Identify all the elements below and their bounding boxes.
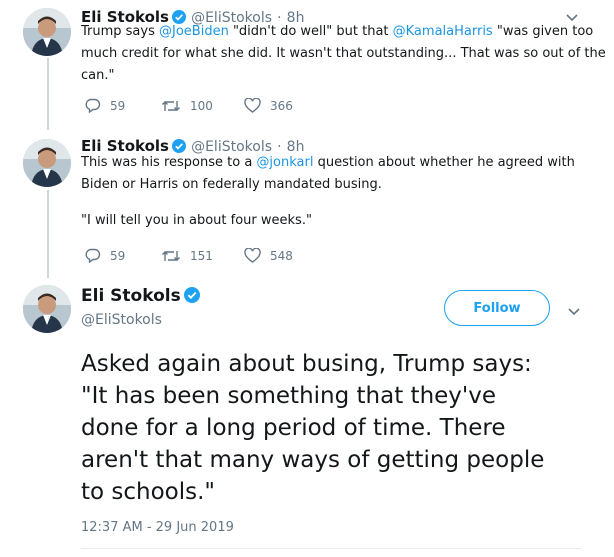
retweet-count: 151 (190, 248, 213, 263)
mention-link[interactable]: @JoeBiden (159, 24, 229, 39)
divider (81, 548, 581, 549)
verified-badge-icon (171, 138, 186, 153)
reply-count: 59 (110, 98, 126, 113)
follow-button[interactable]: Follow (444, 290, 550, 326)
main-author: Eli Stokols (81, 286, 200, 306)
text-fragment: Trump says (81, 24, 159, 39)
tweet-timestamp[interactable]: 12:37 AM - 29 Jun 2019 (81, 520, 234, 535)
text-line: to schools." (81, 479, 216, 505)
like-count: 548 (270, 248, 293, 263)
reply-icon (85, 248, 101, 263)
text-line: Biden or Harris on federally mandated bu… (81, 177, 382, 192)
text-line: "It has been something that they've (81, 383, 496, 409)
avatar[interactable] (23, 8, 71, 56)
thread-line (47, 58, 49, 130)
verified-badge-icon (183, 287, 200, 303)
action-bar: 59 100 366 (85, 98, 293, 113)
retweet-icon (162, 100, 180, 111)
text-line: can." (81, 68, 115, 83)
action-bar: 59 151 548 (85, 248, 293, 263)
reply-button[interactable]: 59 (85, 98, 161, 113)
chevron-down-icon[interactable] (567, 302, 581, 321)
avatar[interactable] (23, 285, 71, 333)
reply-icon (85, 98, 101, 113)
author-handle[interactable]: @EliStokols (81, 312, 162, 328)
text-line: "I will tell you in about four weeks." (81, 213, 312, 228)
retweet-button[interactable]: 100 (161, 99, 244, 113)
text-line: much credit for what she did. It wasn't … (81, 46, 606, 61)
mention-link[interactable]: @KamalaHarris (393, 24, 493, 39)
reply-button[interactable]: 59 (85, 248, 161, 263)
tweet-text: Asked again about busing, Trump says: "I… (81, 348, 606, 508)
tweet-text: This was his response to a @jonkarl ques… (81, 152, 601, 232)
author-name[interactable]: Eli Stokols (81, 286, 181, 306)
text-fragment: "was given too (492, 24, 594, 39)
like-button[interactable]: 366 (244, 98, 293, 113)
text-line: aren't that many ways of getting people (81, 447, 545, 473)
like-icon (244, 98, 261, 113)
retweet-icon (162, 250, 180, 261)
mention-link[interactable]: @jonkarl (256, 155, 313, 170)
like-icon (244, 248, 261, 263)
text-fragment: question about whether he agreed with (313, 155, 575, 170)
thread-line (47, 190, 49, 278)
like-button[interactable]: 548 (244, 248, 293, 263)
text-fragment: This was his response to a (81, 155, 257, 170)
tweet-text: Trump says @JoeBiden "didn't do well" bu… (81, 21, 606, 87)
reply-count: 59 (110, 248, 126, 263)
text-fragment: "didn't do well" but that (228, 24, 393, 39)
text-line: Asked again about busing, Trump says: (81, 351, 532, 377)
avatar[interactable] (23, 139, 71, 187)
text-line: done for a long period of time. There (81, 415, 506, 441)
like-count: 366 (270, 98, 293, 113)
retweet-button[interactable]: 151 (161, 249, 244, 263)
retweet-count: 100 (190, 98, 213, 113)
